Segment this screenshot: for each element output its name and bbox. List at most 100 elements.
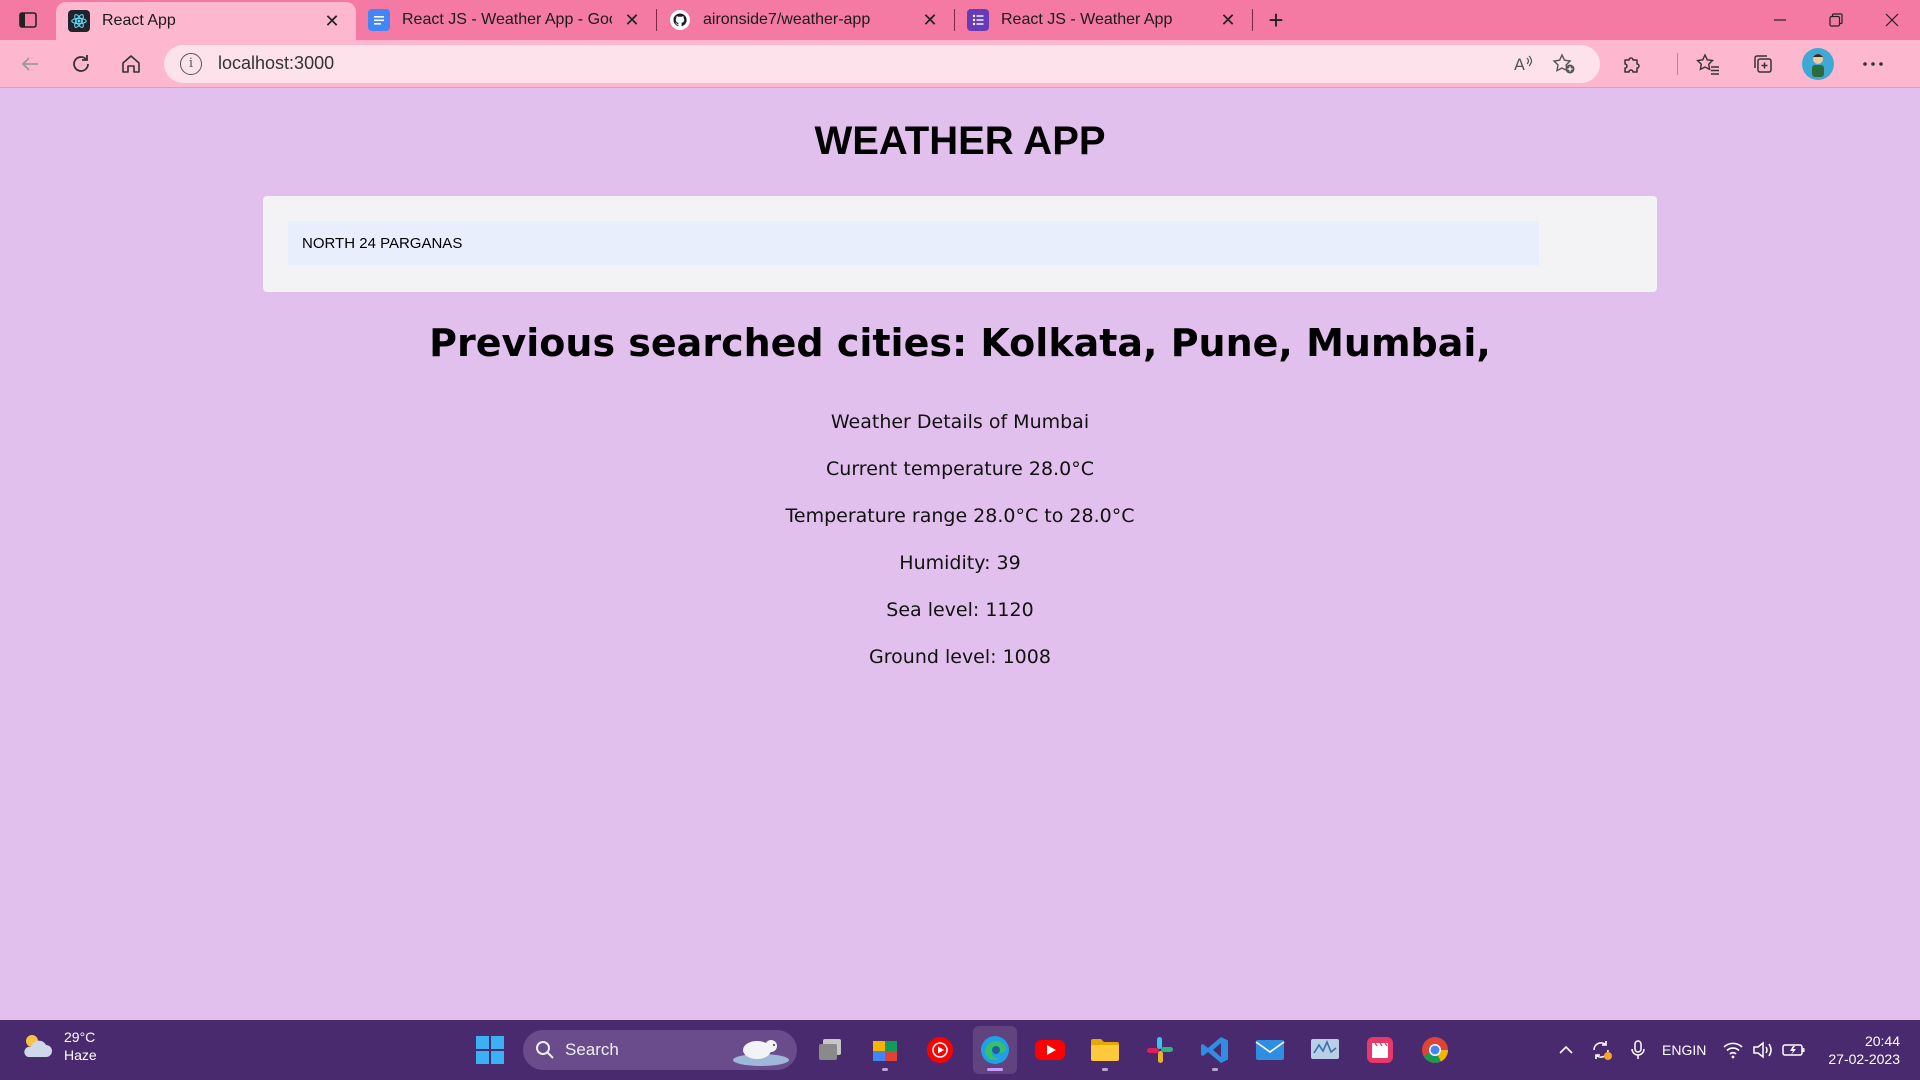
tab-github[interactable]: aironside7/weather-app ✕ [657, 0, 954, 40]
close-window-button[interactable] [1864, 0, 1920, 40]
weather-temperature: 29°C [64, 1029, 96, 1045]
tab-close-button[interactable]: ✕ [620, 8, 644, 32]
youtube-icon [1035, 1040, 1065, 1060]
app-vscode-button[interactable] [1193, 1026, 1237, 1074]
extensions-button[interactable] [1612, 44, 1652, 84]
running-indicator [1102, 1068, 1108, 1071]
address-bar[interactable]: i localhost:3000 A [164, 44, 1601, 83]
tab-title: React JS - Weather App - Google [402, 11, 612, 28]
toolbar-divider [1677, 52, 1679, 75]
collections-button[interactable] [1743, 44, 1783, 84]
react-icon [68, 10, 90, 32]
app-youtube-music-button[interactable] [918, 1026, 962, 1074]
system-tray: ENG IN 20:44 27-02-2023 [1542, 1020, 1900, 1080]
clock-time: 20:44 [1864, 1033, 1900, 1049]
browser-tabstrip: React App ✕ React JS - Weather App - Goo… [0, 0, 1920, 40]
volume-icon [1753, 1041, 1773, 1059]
details-heading: Weather Details of Mumbai [830, 411, 1090, 433]
app-edge-button[interactable] [973, 1026, 1017, 1074]
tab-actions-button[interactable] [0, 0, 56, 40]
app-mail-button[interactable] [1248, 1026, 1292, 1074]
tab-google-docs[interactable]: React JS - Weather App - Google ✕ [356, 0, 656, 40]
sync-status-button[interactable] [1590, 1039, 1614, 1061]
add-favorite-button[interactable] [1544, 48, 1584, 80]
mail-icon [1255, 1040, 1285, 1060]
avatar [1802, 47, 1835, 80]
tab-title: aironside7/weather-app [703, 11, 871, 28]
google-meet-icon [873, 1041, 897, 1061]
read-aloud-button[interactable]: A [1504, 48, 1544, 80]
home-button[interactable] [113, 44, 149, 84]
profile-button[interactable] [1798, 44, 1838, 84]
chrome-icon [1422, 1037, 1448, 1063]
browser-toolbar: i localhost:3000 A [0, 40, 1920, 88]
task-view-icon [819, 1039, 841, 1060]
language-indicator[interactable]: ENG IN [1662, 1041, 1706, 1059]
site-info-icon[interactable]: i [180, 52, 203, 75]
minimize-icon [1774, 19, 1786, 21]
running-indicator [987, 1068, 1003, 1071]
wifi-icon [1723, 1042, 1743, 1059]
sync-icon [1593, 1041, 1613, 1060]
ground-level: Ground level: 1008 [869, 646, 1051, 668]
weather-description: Haze [64, 1047, 97, 1063]
tab-close-button[interactable]: ✕ [320, 9, 344, 33]
clock-date: 27-02-2023 [1828, 1051, 1900, 1067]
refresh-button[interactable] [63, 44, 99, 84]
show-hidden-icons-button[interactable] [1558, 1045, 1574, 1055]
weather-details: Weather Details of Mumbai Current temper… [0, 399, 1920, 681]
restore-icon [1829, 13, 1843, 27]
app-file-explorer-button[interactable] [1083, 1026, 1127, 1074]
microphone-button[interactable] [1630, 1039, 1646, 1061]
weather-widget[interactable]: 29°C Haze [20, 1028, 97, 1064]
app-monitor-button[interactable] [1303, 1026, 1347, 1074]
app-meet-button[interactable] [863, 1026, 907, 1074]
tab-title: React JS - Weather App [1001, 11, 1173, 28]
new-tab-button[interactable]: + [1253, 0, 1299, 40]
forms-icon [967, 9, 989, 31]
app-slack-button[interactable] [1138, 1026, 1182, 1074]
minimize-button[interactable] [1752, 0, 1808, 40]
taskbar-search[interactable]: Search [523, 1030, 797, 1070]
chevron-up-icon [1559, 1045, 1573, 1054]
settings-more-button[interactable] [1853, 44, 1893, 84]
arrow-left-icon [21, 56, 38, 71]
collections-icon [1754, 54, 1772, 73]
edge-icon [981, 1036, 1009, 1064]
search-icon [536, 1041, 554, 1059]
clapper-icon [1367, 1037, 1393, 1063]
windows-taskbar: 29°C Haze Search ENG IN 20:44 27-02-2023 [0, 1020, 1920, 1080]
page-content: WEATHER APP Previous searched cities: Ko… [0, 89, 1920, 1021]
clock[interactable]: 20:44 27-02-2023 [1828, 1032, 1900, 1068]
city-search-input[interactable] [288, 221, 1539, 265]
window-controls [1752, 0, 1920, 40]
microphone-icon [1631, 1040, 1645, 1059]
tab-actions-icon [19, 12, 37, 28]
running-indicator [882, 1068, 888, 1071]
search-card [263, 196, 1657, 292]
tab-react-app[interactable]: React App ✕ [56, 2, 356, 40]
app-clipchamp-button[interactable] [1358, 1026, 1402, 1074]
folder-icon [1091, 1039, 1119, 1061]
language-code: ENG [1662, 1042, 1693, 1058]
more-dots-icon [1863, 61, 1883, 66]
network-volume-battery-button[interactable] [1722, 1041, 1806, 1059]
tab-close-button[interactable]: ✕ [1216, 8, 1240, 32]
previous-cities-heading: Previous searched cities: Kolkata, Pune,… [429, 321, 1491, 365]
tab-close-button[interactable]: ✕ [918, 8, 942, 32]
tab-google-forms[interactable]: React JS - Weather App ✕ [955, 0, 1252, 40]
back-button[interactable] [12, 44, 48, 84]
favorites-button[interactable] [1688, 44, 1728, 84]
app-youtube-button[interactable] [1028, 1026, 1072, 1074]
start-button[interactable] [468, 1026, 512, 1074]
task-view-button[interactable] [808, 1026, 852, 1074]
region-code: IN [1692, 1042, 1707, 1058]
temperature-range: Temperature range 28.0°C to 28.0°C [785, 505, 1135, 527]
plus-icon: + [1268, 4, 1284, 35]
url-text[interactable]: localhost:3000 [218, 53, 1504, 74]
humidity: Humidity: 39 [899, 552, 1021, 574]
app-chrome-button[interactable] [1413, 1026, 1457, 1074]
tab-title: React App [102, 12, 176, 29]
restore-button[interactable] [1808, 0, 1864, 40]
search-label: Search [565, 1040, 619, 1059]
